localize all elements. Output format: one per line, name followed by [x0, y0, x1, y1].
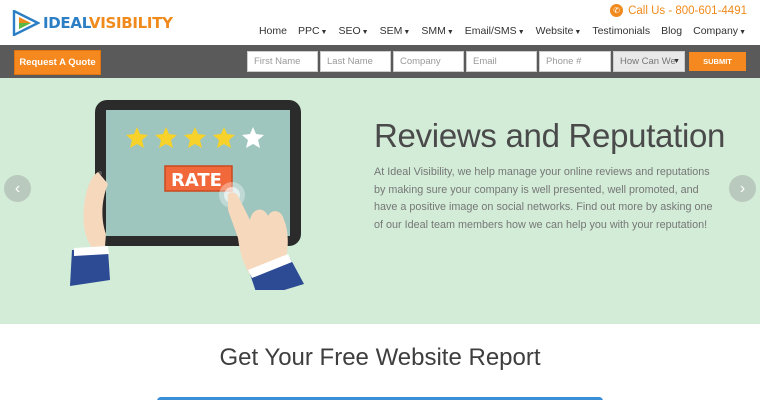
main-nav: Home PPC▼ SEO▼ SEM▼ SMM▼ Email/SMS▼ Webs…	[248, 25, 746, 37]
nav-item-label: Website	[535, 25, 574, 37]
request-quote-button[interactable]: Request A Quote	[14, 50, 101, 75]
nav-item-label: Home	[258, 25, 287, 37]
caret-down-icon: ▼	[320, 29, 328, 36]
hero-title: Reviews and Reputation	[374, 117, 726, 154]
report-section-title: Get Your Free Website Report	[219, 344, 541, 371]
nav-item-label: Company	[693, 25, 739, 37]
nav-item-sem[interactable]: SEM▼	[380, 25, 411, 37]
nav-item-smm[interactable]: SMM▼	[421, 25, 453, 37]
tablet-rating-illustration: RATE	[70, 100, 304, 290]
logo-text-visibility: VISIBILITY	[88, 14, 173, 32]
select-arrow-icon: ▼	[673, 58, 680, 65]
caret-down-icon: ▼	[403, 29, 411, 36]
help-select[interactable]: How Can We ▼	[613, 51, 685, 72]
nav-item-label: PPC	[297, 25, 320, 37]
caret-down-icon: ▼	[574, 29, 582, 36]
caret-down-icon: ▼	[739, 29, 746, 36]
nav-item-website[interactable]: Website▼	[536, 25, 582, 37]
logo[interactable]: IDEALVISIBILITY	[12, 10, 173, 36]
first-name-field[interactable]: First Name	[247, 51, 318, 72]
logo-text: IDEALVISIBILITY	[43, 14, 173, 32]
nav-item-label: Blog	[661, 25, 683, 37]
phone-icon: ✆	[610, 4, 624, 17]
nav-item-label: SEM	[379, 25, 403, 37]
submit-button[interactable]: SUBMIT	[689, 52, 746, 71]
call-us-link[interactable]: ✆ Call Us - 800-601-4491	[610, 4, 747, 17]
nav-item-seo[interactable]: SEO▼	[338, 25, 368, 37]
phone-field[interactable]: Phone #	[539, 51, 611, 72]
site-header: IDEALVISIBILITY ✆ Call Us - 800-601-4491…	[0, 0, 760, 45]
caret-down-icon: ▼	[517, 29, 525, 36]
caret-down-icon: ▼	[361, 29, 369, 36]
logo-icon	[12, 10, 40, 36]
nav-item-company[interactable]: Company▼	[693, 25, 746, 37]
call-us-label: Call Us - 800-601-4491	[628, 4, 747, 17]
nav-item-label: SMM	[421, 25, 446, 37]
nav-item-label: SEO	[338, 25, 361, 37]
quote-form-bar: Request A Quote First Name Last Name Com…	[0, 45, 760, 78]
logo-text-ideal: IDEAL	[43, 14, 89, 32]
slider-next-button[interactable]: ›	[729, 175, 756, 202]
help-select-value: How Can We	[620, 56, 676, 67]
nav-item-email-sms[interactable]: Email/SMS▼	[465, 25, 525, 37]
chevron-left-icon: ‹	[14, 179, 21, 197]
nav-item-home[interactable]: Home	[259, 25, 287, 37]
nav-item-blog[interactable]: Blog	[661, 25, 682, 37]
caret-down-icon: ▼	[446, 29, 454, 36]
last-name-field[interactable]: Last Name	[320, 51, 391, 72]
hero-description: At Ideal Visibility, we help manage your…	[374, 166, 713, 231]
nav-item-label: Testimonials	[592, 25, 651, 37]
rate-button-label: RATE	[171, 170, 222, 191]
nav-item-label: Email/SMS	[464, 25, 517, 37]
hero-slider: RATE Reviews and Reputation At Ideal Vis…	[0, 78, 760, 324]
nav-item-testimonials[interactable]: Testimonials	[592, 25, 650, 37]
chevron-right-icon: ›	[739, 179, 746, 197]
email-field[interactable]: Email	[466, 51, 537, 72]
slider-prev-button[interactable]: ‹	[4, 175, 31, 202]
nav-item-ppc[interactable]: PPC▼	[298, 25, 328, 37]
company-field[interactable]: Company	[393, 51, 464, 72]
